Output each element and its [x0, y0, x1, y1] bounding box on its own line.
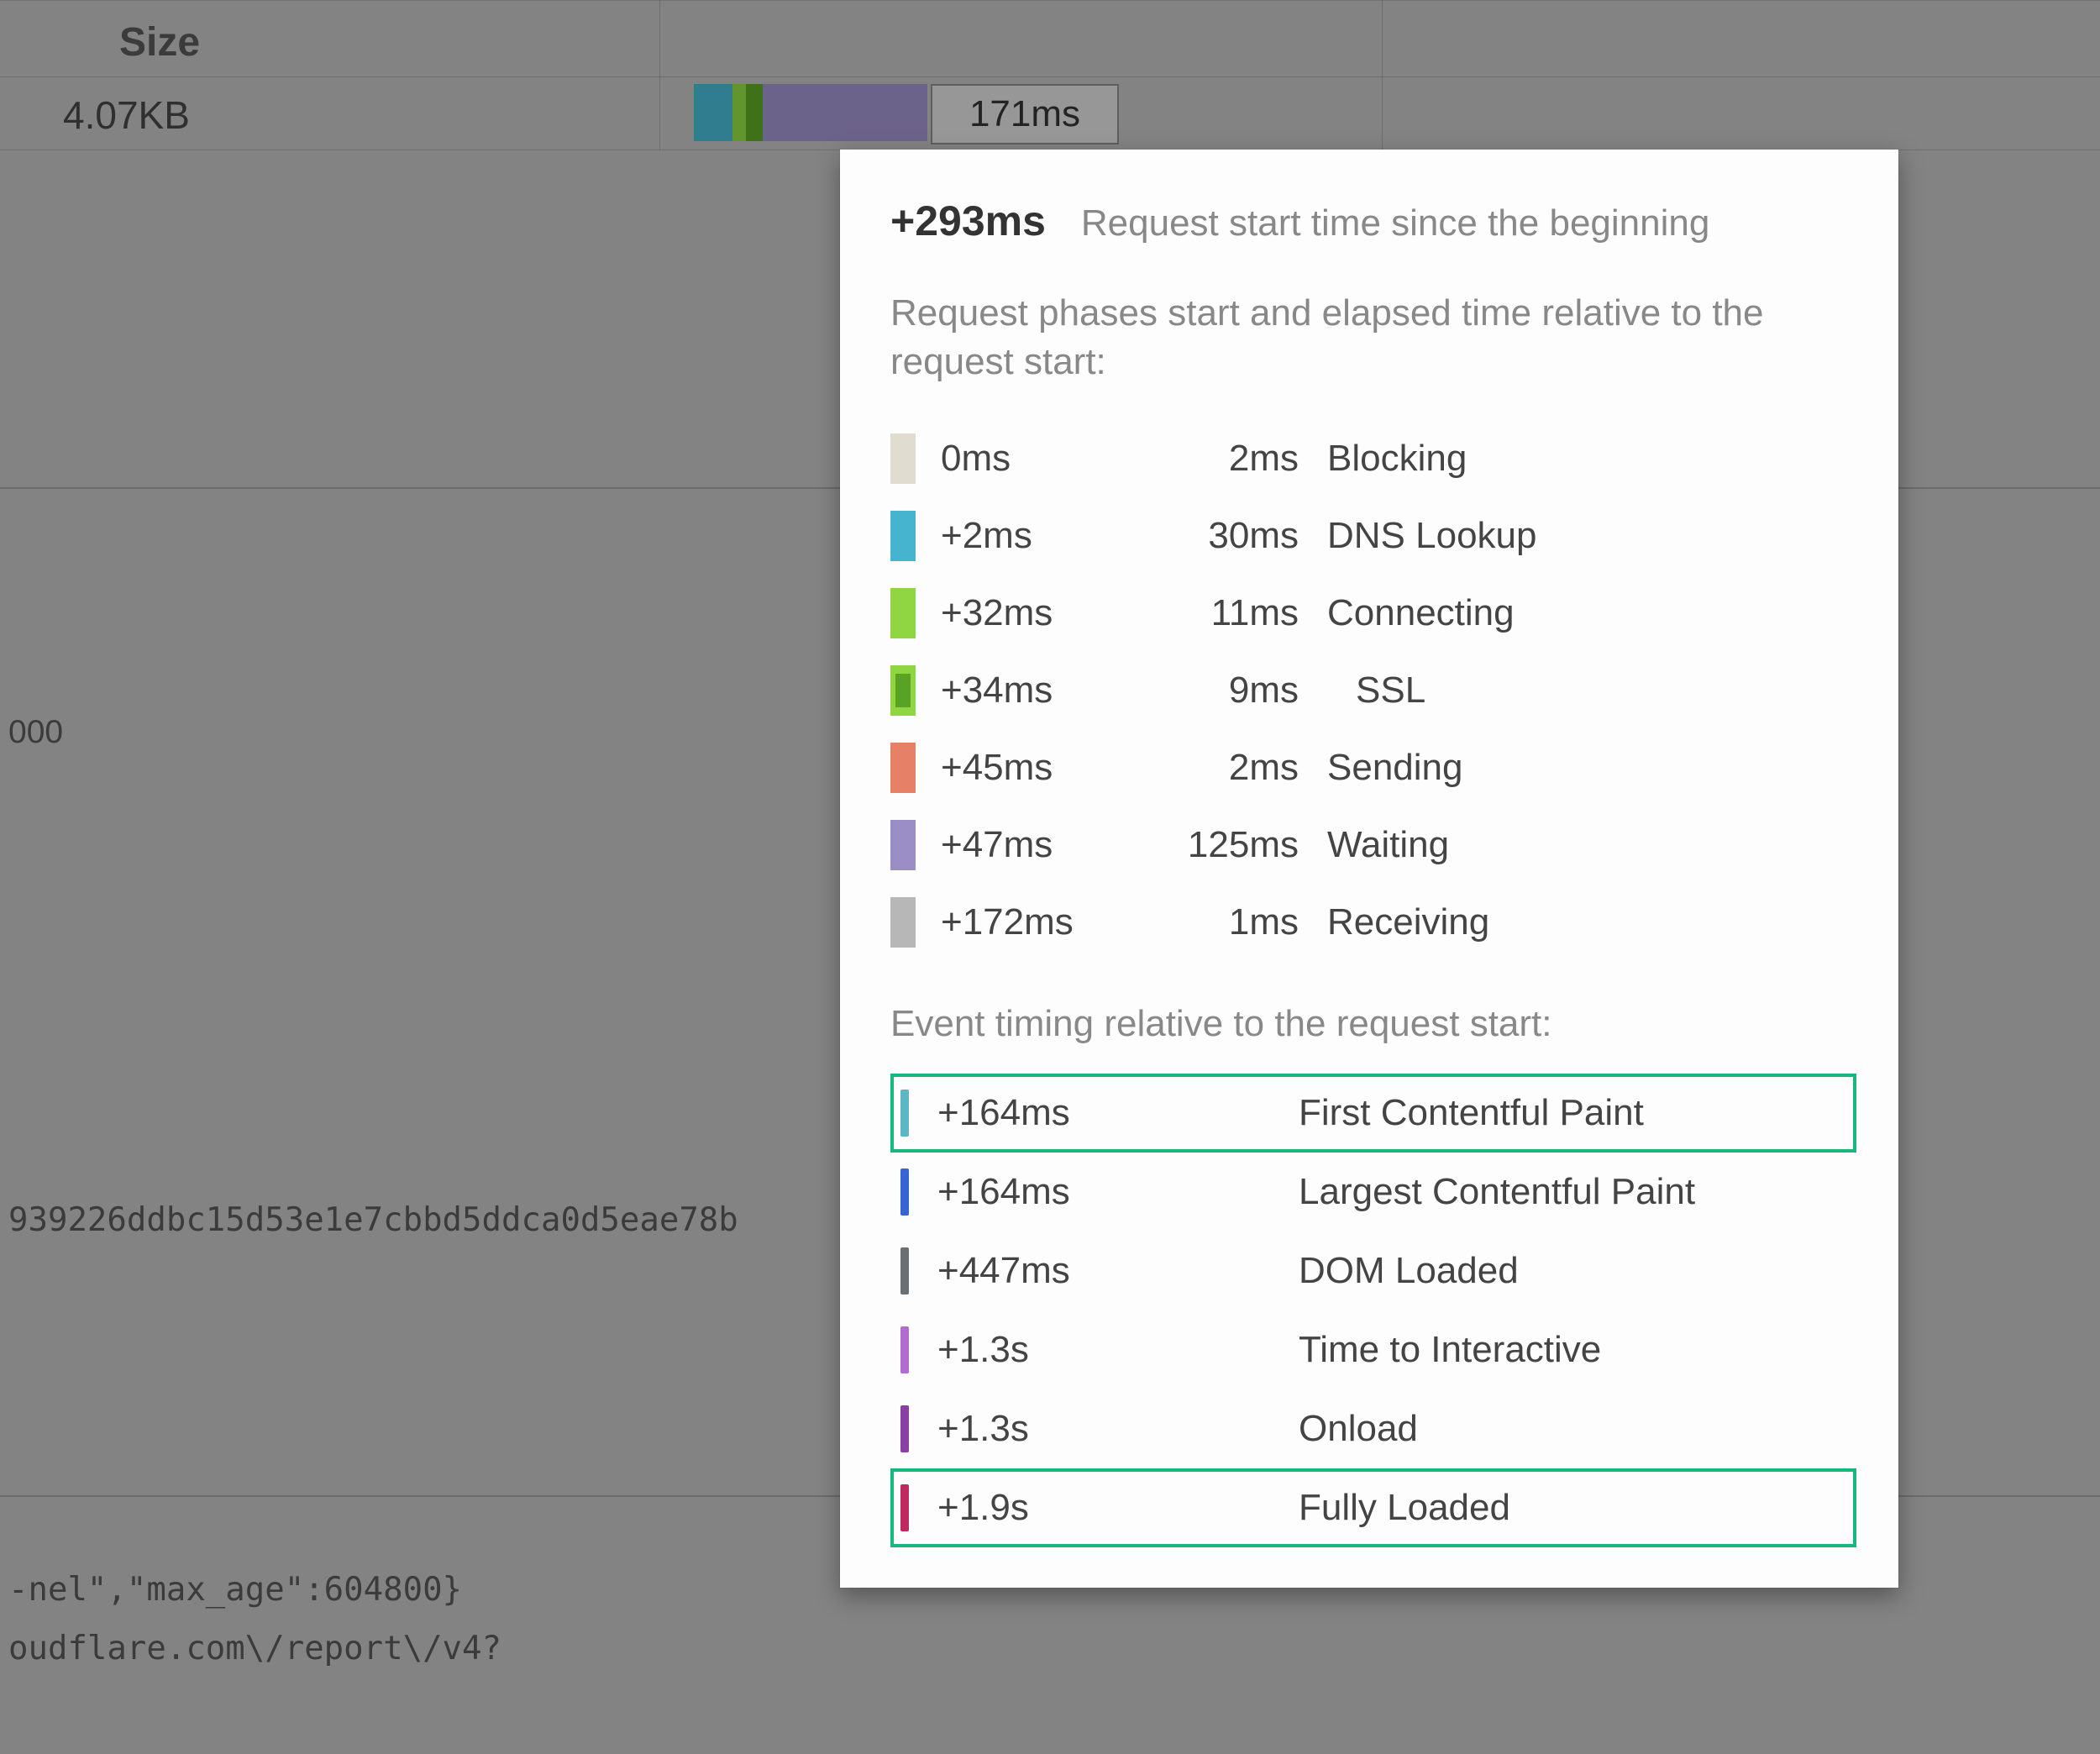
event-label: Onload	[1299, 1408, 1853, 1450]
phase-offset: 0ms	[941, 438, 1122, 480]
event-tick-icon	[900, 1247, 909, 1294]
phase-label: Sending	[1327, 747, 1856, 789]
phase-elapsed: 2ms	[1141, 747, 1309, 789]
phase-swatch-icon	[890, 665, 916, 716]
phase-row-ssl: +34ms 9ms SSL	[890, 652, 1856, 729]
phase-offset: +32ms	[941, 592, 1122, 634]
event-label: Time to Interactive	[1299, 1329, 1853, 1371]
phase-row-blocking: 0ms 2ms Blocking	[890, 420, 1856, 497]
event-label: Largest Contentful Paint	[1299, 1171, 1853, 1213]
phase-offset: +172ms	[941, 901, 1122, 943]
events-intro-text: Event timing relative to the request sta…	[890, 1003, 1856, 1045]
event-list: +164ms First Contentful Paint +164ms Larges…	[890, 1074, 1856, 1547]
phase-offset: +45ms	[941, 747, 1122, 789]
phase-swatch-icon	[890, 897, 916, 948]
event-offset: +1.3s	[937, 1408, 1273, 1450]
event-tick-icon	[900, 1168, 909, 1216]
phase-elapsed: 1ms	[1141, 901, 1309, 943]
event-row-fcp: +164ms First Contentful Paint	[890, 1074, 1856, 1153]
phase-offset: +34ms	[941, 670, 1122, 712]
phase-offset: +2ms	[941, 515, 1122, 557]
phase-label: Waiting	[1327, 824, 1856, 866]
phase-row-wait: +47ms 125ms Waiting	[890, 806, 1856, 884]
request-start-desc: Request start time since the beginning	[1081, 202, 1709, 244]
event-row-fully: +1.9s Fully Loaded	[890, 1468, 1856, 1547]
phase-list: 0ms 2ms Blocking +2ms 30ms DNS Lookup +32ms 11m…	[890, 420, 1856, 961]
phase-swatch-icon	[890, 820, 916, 870]
phase-elapsed: 30ms	[1141, 515, 1309, 557]
request-start-offset: +293ms	[890, 197, 1046, 245]
phase-swatch-icon	[890, 743, 916, 793]
phase-swatch-icon	[890, 511, 916, 561]
phase-elapsed: 2ms	[1141, 438, 1309, 480]
phases-intro-text: Request phases start and elapsed time re…	[890, 289, 1856, 386]
phase-label: SSL	[1327, 670, 1856, 712]
event-offset: +447ms	[937, 1250, 1273, 1292]
phase-elapsed: 9ms	[1141, 670, 1309, 712]
event-tick-icon	[900, 1326, 909, 1373]
phase-elapsed: 125ms	[1141, 824, 1309, 866]
event-row-dom: +447ms DOM Loaded	[890, 1231, 1856, 1310]
event-offset: +1.3s	[937, 1329, 1273, 1371]
event-tick-icon	[900, 1090, 909, 1137]
event-label: Fully Loaded	[1299, 1487, 1853, 1529]
event-offset: +164ms	[937, 1092, 1273, 1134]
event-label: DOM Loaded	[1299, 1250, 1853, 1292]
phase-swatch-icon	[890, 588, 916, 638]
phase-row-connect: +32ms 11ms Connecting	[890, 575, 1856, 652]
phase-label: Blocking	[1327, 438, 1856, 480]
phase-row-send: +45ms 2ms Sending	[890, 729, 1856, 806]
event-row-tti: +1.3s Time to Interactive	[890, 1310, 1856, 1389]
event-offset: +164ms	[937, 1171, 1273, 1213]
event-label: First Contentful Paint	[1299, 1092, 1853, 1134]
phase-label: DNS Lookup	[1327, 515, 1856, 557]
phase-elapsed: 11ms	[1141, 592, 1309, 634]
event-row-onload: +1.3s Onload	[890, 1389, 1856, 1468]
phase-offset: +47ms	[941, 824, 1122, 866]
event-offset: +1.9s	[937, 1487, 1273, 1529]
phase-row-dns: +2ms 30ms DNS Lookup	[890, 497, 1856, 575]
phase-row-recv: +172ms 1ms Receiving	[890, 884, 1856, 961]
event-tick-icon	[900, 1484, 909, 1531]
event-row-lcp: +164ms Largest Contentful Paint	[890, 1153, 1856, 1231]
phase-swatch-icon	[890, 433, 916, 484]
phase-label: Connecting	[1327, 592, 1856, 634]
phase-label: Receiving	[1327, 901, 1856, 943]
timing-popover: +293ms Request start time since the begi…	[840, 150, 1898, 1588]
event-tick-icon	[900, 1405, 909, 1452]
